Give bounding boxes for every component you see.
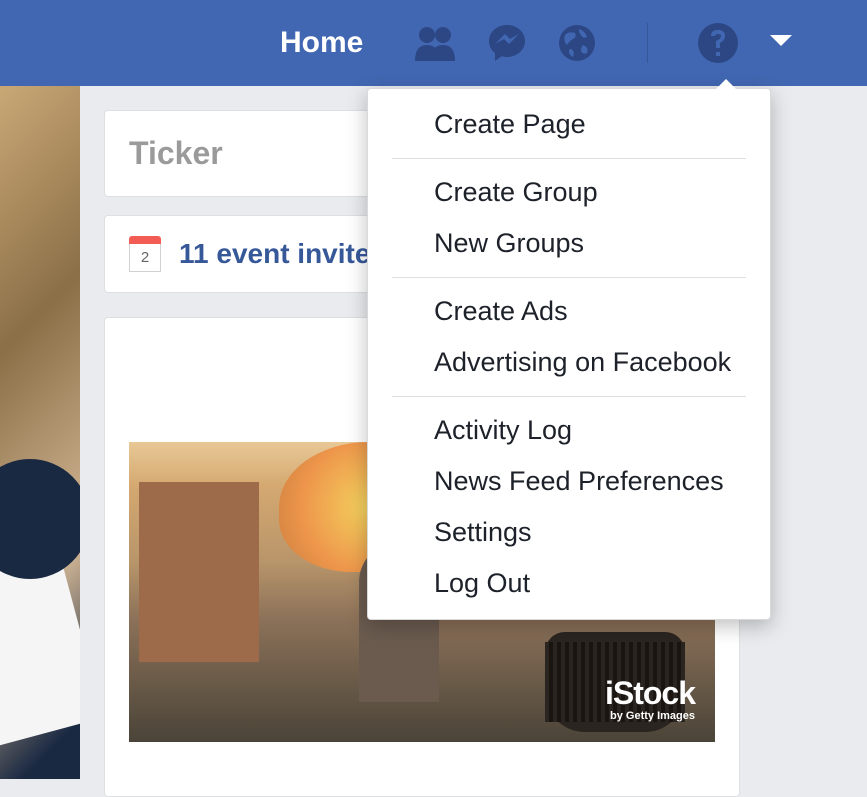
home-link[interactable]: Home [280,26,363,60]
dropdown-arrow [714,79,738,91]
account-dropdown-menu: Create Page Create Group New Groups Crea… [367,88,771,620]
calendar-day: 2 [129,244,161,272]
menu-activity-log[interactable]: Activity Log [368,405,770,456]
watermark-brand: iStock [605,675,695,712]
event-invites-text: 11 event invites [179,238,386,270]
cover-photo-strip [0,86,80,779]
menu-advertising[interactable]: Advertising on Facebook [368,337,770,388]
menu-log-out[interactable]: Log Out [368,558,770,609]
menu-new-groups[interactable]: New Groups [368,218,770,269]
friends-icon[interactable] [413,25,457,61]
messenger-icon[interactable] [487,23,527,63]
watermark-byline: by Getty Images [605,710,695,722]
menu-create-ads[interactable]: Create Ads [368,286,770,337]
istock-watermark: iStock by Getty Images [605,675,695,722]
dropdown-toggle-icon[interactable] [768,33,794,54]
top-nav: Home [0,0,867,86]
menu-divider [392,158,746,159]
menu-create-page[interactable]: Create Page [368,99,770,150]
globe-icon[interactable] [557,23,597,63]
menu-divider [392,396,746,397]
nav-divider [647,23,648,63]
menu-settings[interactable]: Settings [368,507,770,558]
menu-create-group[interactable]: Create Group [368,167,770,218]
help-icon[interactable] [698,23,738,63]
menu-news-feed-preferences[interactable]: News Feed Preferences [368,456,770,507]
calendar-icon: 2 [129,236,161,272]
menu-divider [392,277,746,278]
nav-icons-group [413,23,794,63]
